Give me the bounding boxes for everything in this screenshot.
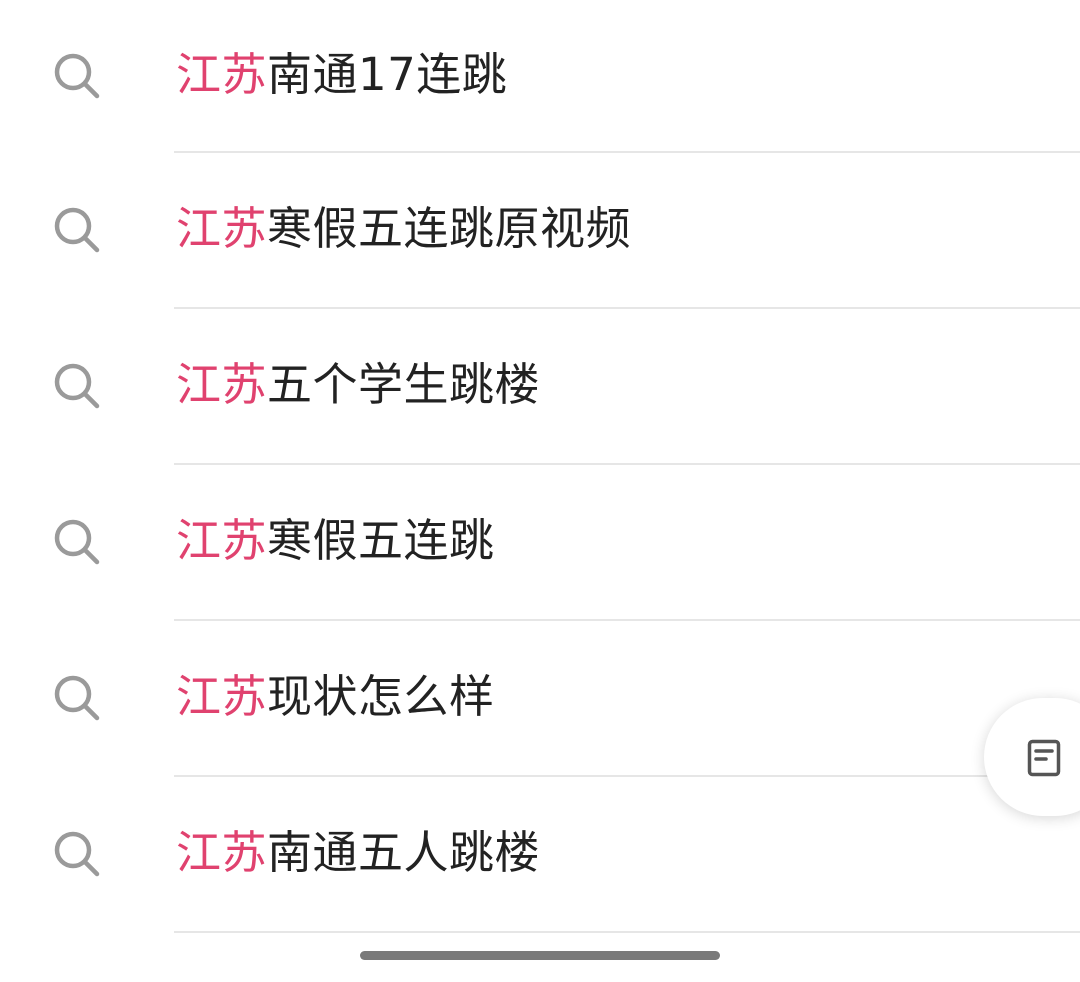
home-indicator[interactable] xyxy=(360,951,720,960)
suggestion-rest: 五个学生跳楼 xyxy=(267,357,541,411)
suggestion-item[interactable]: 江苏寒假五连跳原视频 xyxy=(0,153,1080,309)
suggestion-item[interactable]: 江苏南通17连跳 xyxy=(0,0,1080,153)
suggestion-rest: 寒假五连跳原视频 xyxy=(267,201,632,255)
search-icon xyxy=(52,517,102,567)
suggestion-highlight: 江苏 xyxy=(176,47,268,101)
suggestion-highlight: 江苏 xyxy=(176,201,268,255)
search-icon xyxy=(52,829,102,879)
suggestion-rest: 寒假五连跳 xyxy=(267,513,495,567)
divider xyxy=(174,931,1080,933)
suggestion-highlight: 江苏 xyxy=(176,513,268,567)
suggestion-text: 江苏寒假五连跳 xyxy=(176,513,495,567)
search-icon xyxy=(52,673,102,723)
suggestion-rest: 现状怎么样 xyxy=(267,669,495,723)
search-icon xyxy=(52,51,102,101)
suggestion-item[interactable]: 江苏南通五人跳楼 xyxy=(0,777,1080,933)
suggestion-text: 江苏五个学生跳楼 xyxy=(176,357,541,411)
search-icon xyxy=(52,361,102,411)
suggestion-highlight: 江苏 xyxy=(176,825,268,879)
search-icon xyxy=(52,205,102,255)
document-icon xyxy=(1027,739,1061,777)
suggestion-highlight: 江苏 xyxy=(176,357,268,411)
suggestion-text: 江苏寒假五连跳原视频 xyxy=(176,201,632,255)
suggestion-highlight: 江苏 xyxy=(176,669,268,723)
suggestion-rest: 南通17连跳 xyxy=(267,47,508,101)
suggestion-rest: 南通五人跳楼 xyxy=(267,825,541,879)
suggestion-item[interactable]: 江苏现状怎么样 xyxy=(0,621,1080,777)
suggestion-item[interactable]: 江苏寒假五连跳 xyxy=(0,465,1080,621)
suggestion-item[interactable]: 江苏五个学生跳楼 xyxy=(0,309,1080,465)
search-suggestion-list: 江苏南通17连跳 江苏寒假五连跳原视频 江苏五个学生跳楼 江苏寒假五连跳 江苏现… xyxy=(0,0,1080,933)
suggestion-text: 江苏现状怎么样 xyxy=(176,669,495,723)
suggestion-text: 江苏南通17连跳 xyxy=(176,48,507,100)
suggestion-text: 江苏南通五人跳楼 xyxy=(176,825,541,879)
